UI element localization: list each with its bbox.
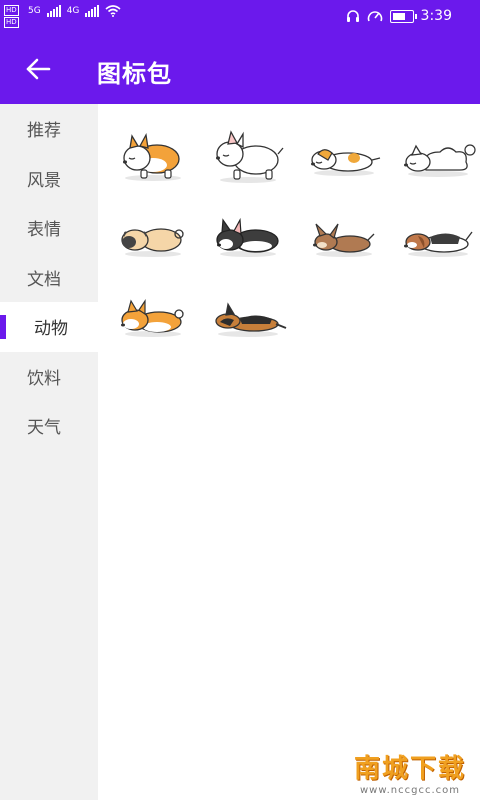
watermark-logo: 南城下载 bbox=[353, 754, 466, 784]
sidebar-item-label: 文档 bbox=[27, 269, 61, 290]
sidebar-item-label: 表情 bbox=[27, 220, 61, 241]
brown-chihuahua-icon[interactable] bbox=[302, 204, 386, 274]
shiba-inu-sleeping-icon[interactable] bbox=[111, 284, 195, 354]
headphone-icon bbox=[346, 10, 359, 22]
battery-fill bbox=[392, 12, 406, 20]
status-right: 3:39 bbox=[346, 8, 452, 24]
watermark-url: www.nccgcc.com bbox=[359, 785, 460, 796]
hd-badge-bottom: HD bbox=[4, 17, 19, 28]
german-shepherd-sleeping-icon[interactable] bbox=[206, 284, 290, 354]
black-white-bulldog-icon[interactable] bbox=[206, 204, 290, 274]
sidebar-item-emoji[interactable]: 表情 bbox=[0, 203, 98, 253]
status-left: HD HD 5G 4G bbox=[4, 5, 121, 28]
arrow-left-icon bbox=[26, 58, 51, 80]
status-bar: HD HD 5G 4G 3:39 bbox=[0, 0, 480, 34]
white-fluffy-dog-icon[interactable] bbox=[396, 122, 480, 192]
sidebar-item-drink[interactable]: 饮料 bbox=[0, 352, 98, 402]
battery-icon bbox=[389, 9, 417, 23]
sidebar-item-animal[interactable]: 动物 bbox=[0, 302, 98, 352]
back-button[interactable] bbox=[18, 51, 58, 87]
sidebar-item-label: 饮料 bbox=[27, 368, 61, 389]
jack-russell-sleeping-icon[interactable] bbox=[302, 122, 386, 192]
sidebar-item-label: 风景 bbox=[27, 170, 61, 191]
sidebar-item-document[interactable]: 文档 bbox=[0, 253, 98, 303]
corgi-sleeping-icon[interactable] bbox=[111, 122, 195, 192]
sidebar-item-recommend[interactable]: 推荐 bbox=[0, 104, 98, 154]
icon-grid bbox=[98, 104, 480, 364]
signal-icon-2 bbox=[85, 5, 100, 17]
network-type-1: 5G bbox=[28, 6, 41, 16]
app-bar: 图标包 bbox=[0, 34, 480, 104]
beagle-sleeping-icon[interactable] bbox=[396, 204, 480, 274]
hd-indicators: HD HD bbox=[4, 5, 19, 28]
sidebar-item-scenery[interactable]: 风景 bbox=[0, 154, 98, 204]
signal-icon bbox=[46, 5, 61, 17]
wifi-icon bbox=[105, 5, 121, 17]
sidebar-item-label: 动物 bbox=[34, 319, 68, 340]
hd-badge-top: HD bbox=[4, 5, 19, 16]
category-sidebar: 推荐 风景 表情 文档 动物 饮料 天气 bbox=[0, 104, 98, 800]
network-type-2: 4G bbox=[66, 6, 80, 16]
sidebar-item-label: 推荐 bbox=[27, 121, 61, 142]
sidebar-item-weather[interactable]: 天气 bbox=[0, 401, 98, 451]
clock-time: 3:39 bbox=[420, 8, 452, 24]
pug-sleeping-icon[interactable] bbox=[111, 204, 195, 274]
page-title: 图标包 bbox=[97, 60, 172, 88]
sidebar-item-label: 天气 bbox=[27, 418, 61, 439]
watermark: 南城下载 www.nccgcc.com bbox=[354, 748, 466, 796]
speedometer-icon bbox=[367, 11, 382, 22]
white-bull-terrier-icon[interactable] bbox=[206, 122, 290, 192]
